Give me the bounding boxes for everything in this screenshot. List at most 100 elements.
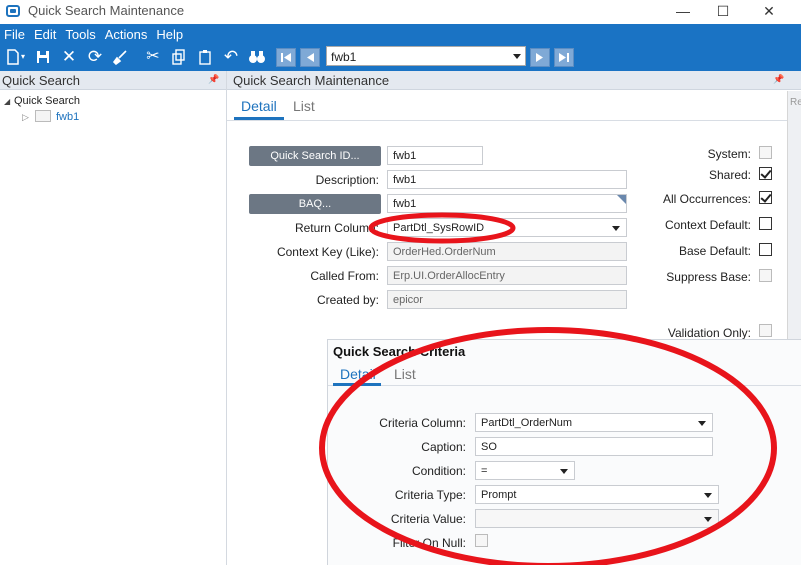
chevron-down-icon[interactable]: [704, 493, 712, 498]
quick-search-id-button[interactable]: Quick Search ID...: [249, 146, 381, 166]
condition-label: Condition:: [411, 464, 466, 478]
criteria-value-label: Criteria Value:: [390, 512, 466, 526]
caption-label: Caption:: [421, 440, 466, 454]
previous-record-icon[interactable]: [300, 48, 320, 67]
description-label: Description:: [315, 173, 379, 187]
criteria-column-dropdown[interactable]: PartDtl_OrderNum: [475, 413, 713, 432]
tree-child-label: fwb1: [56, 111, 80, 123]
return-column-dropdown[interactable]: PartDtl_SysRowID: [387, 218, 627, 237]
collapsed-triangle-icon[interactable]: ▷: [22, 112, 35, 123]
all-occurrences-checkbox[interactable]: [759, 191, 772, 204]
main-pane-header: Quick Search Maintenance 📌: [227, 71, 801, 90]
chevron-down-icon[interactable]: [560, 469, 568, 474]
shared-label: Shared:: [708, 168, 751, 182]
left-pane-header: Quick Search 📌: [0, 71, 226, 90]
return-column-value: PartDtl_SysRowID: [393, 222, 485, 234]
validation-only-label: Validation Only:: [667, 326, 751, 340]
search-binoculars-icon[interactable]: [246, 45, 268, 69]
pin-icon[interactable]: 📌: [208, 74, 219, 85]
criteria-active-tab-indicator: [333, 383, 381, 386]
called-from-label: Called From:: [310, 269, 379, 283]
caption-field[interactable]: SO: [475, 437, 713, 456]
maximize-button[interactable]: ☐: [700, 0, 746, 24]
criteria-tab-detail[interactable]: Detail: [340, 366, 376, 382]
refresh-icon[interactable]: ⟳: [84, 45, 106, 69]
tree-child-node[interactable]: ▷ fwb1: [22, 110, 79, 123]
criteria-column-label: Criteria Column:: [379, 416, 466, 430]
tree-root-label: Quick Search: [14, 95, 81, 107]
return-column-label: Return Column:: [294, 221, 379, 235]
adjacent-panel-label: Re: [790, 97, 801, 108]
system-checkbox: [759, 146, 772, 159]
paste-icon[interactable]: [194, 45, 216, 69]
tab-detail[interactable]: Detail: [241, 98, 277, 114]
record-selector-value: fwb1: [331, 50, 357, 64]
criteria-tab-list[interactable]: List: [394, 366, 416, 382]
title-bar: Quick Search Maintenance — ☐ ✕: [0, 0, 801, 24]
pane-divider[interactable]: [226, 71, 227, 565]
context-key-label: Context Key (Like):: [276, 245, 379, 259]
tree-root-node[interactable]: ◢ Quick Search: [4, 95, 80, 107]
menu-tools[interactable]: Tools: [61, 24, 100, 44]
menu-bar: File Edit Tools Actions Help: [0, 24, 188, 44]
criteria-type-label: Criteria Type:: [394, 488, 466, 502]
condition-dropdown[interactable]: =: [475, 461, 575, 480]
next-record-icon[interactable]: [530, 48, 550, 67]
document-icon: [35, 110, 51, 122]
chevron-down-icon[interactable]: [704, 517, 712, 522]
save-icon[interactable]: [32, 45, 54, 69]
menu-help[interactable]: Help: [152, 24, 188, 44]
quick-search-id-field[interactable]: fwb1: [387, 146, 483, 165]
pin-icon[interactable]: 📌: [773, 74, 784, 85]
chevron-down-icon[interactable]: [698, 421, 706, 426]
main-tab-row: Detail List: [227, 91, 787, 121]
filter-on-null-checkbox[interactable]: [475, 534, 488, 547]
active-tab-indicator: [234, 117, 284, 120]
cut-icon[interactable]: ✂: [142, 45, 164, 69]
context-key-field: OrderHed.OrderNum: [387, 242, 627, 261]
undo-icon[interactable]: ↶: [220, 45, 242, 69]
menu-actions[interactable]: Actions: [101, 24, 153, 44]
all-occurrences-label: All Occurrences:: [662, 192, 751, 206]
close-button[interactable]: ✕: [746, 0, 792, 24]
created-by-field: epicor: [387, 290, 627, 309]
menu-file[interactable]: File: [0, 24, 30, 44]
context-default-label: Context Default:: [664, 218, 751, 232]
system-label: System:: [707, 147, 751, 161]
record-selector-combo[interactable]: fwb1: [326, 46, 526, 66]
copy-icon[interactable]: [168, 45, 190, 69]
baq-field-value: fwb1: [393, 198, 417, 210]
tab-list[interactable]: List: [293, 98, 315, 114]
chevron-down-icon[interactable]: [612, 226, 620, 231]
criteria-type-value: Prompt: [481, 489, 517, 501]
shared-checkbox[interactable]: [759, 167, 772, 180]
description-field[interactable]: fwb1: [387, 170, 627, 189]
last-record-icon[interactable]: [554, 48, 574, 67]
criteria-column-value: PartDtl_OrderNum: [481, 417, 573, 429]
context-default-checkbox[interactable]: [759, 217, 772, 230]
expanded-triangle-icon[interactable]: ◢: [4, 97, 14, 106]
app-icon: [6, 5, 20, 17]
criteria-type-dropdown[interactable]: Prompt: [475, 485, 719, 504]
baq-button[interactable]: BAQ...: [249, 194, 381, 214]
validation-only-checkbox: [759, 324, 772, 337]
suppress-base-checkbox: [759, 269, 772, 282]
called-from-field: Erp.UI.OrderAllocEntry: [387, 266, 627, 285]
baq-field[interactable]: fwb1: [387, 194, 627, 213]
main-pane-title: Quick Search Maintenance: [233, 73, 390, 88]
criteria-panel-title: Quick Search Criteria: [333, 344, 466, 359]
filter-on-null-label: Filter On Null:: [392, 536, 466, 550]
clear-icon[interactable]: [110, 45, 132, 69]
menu-edit[interactable]: Edit: [30, 24, 61, 44]
base-default-checkbox[interactable]: [759, 243, 772, 256]
criteria-tab-row: Detail List: [328, 362, 801, 386]
chevron-down-icon[interactable]: [513, 54, 521, 59]
first-record-icon[interactable]: [276, 48, 296, 67]
suppress-base-label: Suppress Base:: [666, 270, 751, 284]
left-pane-title: Quick Search: [2, 73, 81, 88]
lookup-corner-icon: [617, 195, 626, 204]
new-dropdown-icon[interactable]: ▾: [18, 45, 28, 69]
condition-value: =: [481, 465, 488, 477]
criteria-value-dropdown[interactable]: [475, 509, 719, 528]
delete-icon[interactable]: ✕: [58, 45, 80, 69]
